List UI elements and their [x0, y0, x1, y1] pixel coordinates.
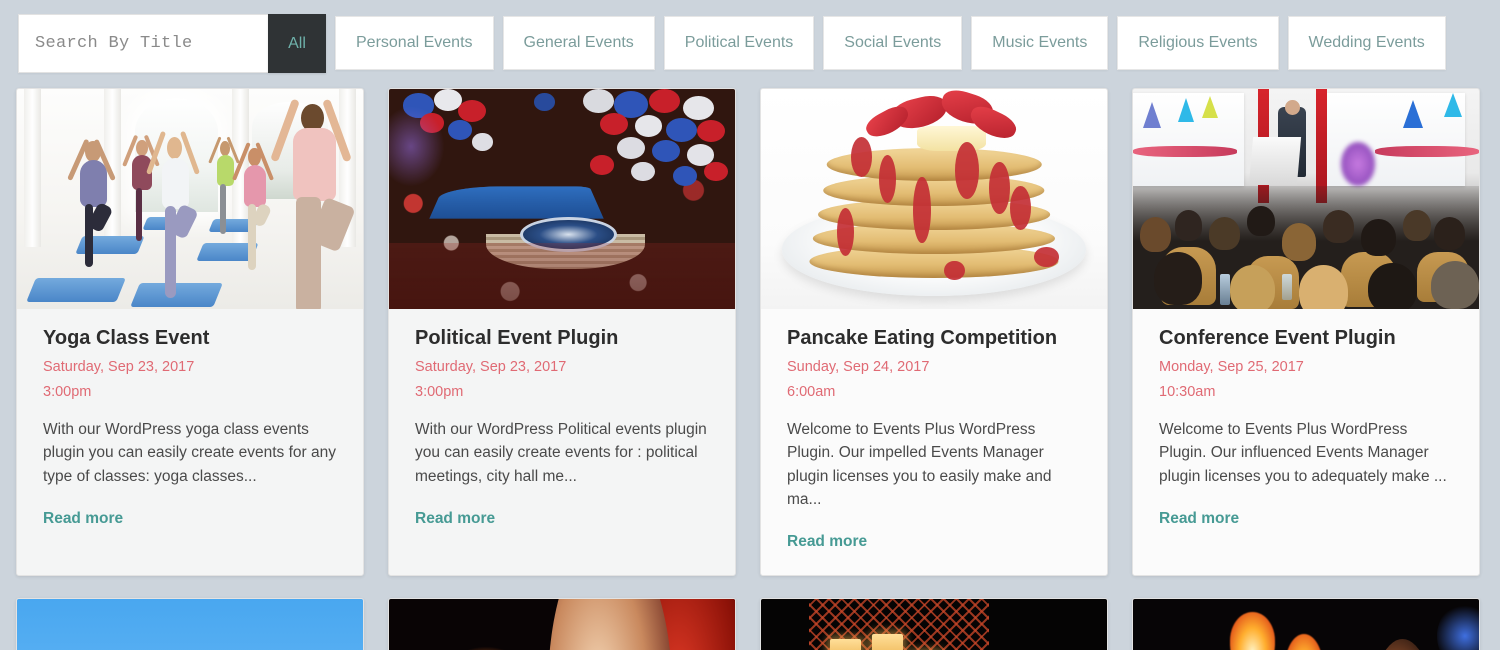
category-tabs: Personal Events General Events Political…: [335, 14, 1446, 70]
tab-wedding-events[interactable]: Wedding Events: [1288, 16, 1446, 70]
event-time: 6:00am: [787, 384, 1081, 400]
event-image-yoga-class-photo: [17, 89, 363, 309]
event-card[interactable]: [1132, 598, 1480, 650]
event-card-body: Political Event Plugin Saturday, Sep 23,…: [389, 309, 735, 552]
tab-religious-events[interactable]: Religious Events: [1117, 16, 1278, 70]
event-card[interactable]: Conference Event Plugin Monday, Sep 25, …: [1132, 88, 1480, 576]
event-card[interactable]: Yoga Class Event Saturday, Sep 23, 2017 …: [16, 88, 364, 576]
event-image-illuminated-building-photo: [761, 599, 1107, 650]
event-description: With our WordPress yoga class events plu…: [43, 418, 337, 488]
event-image-church-steeple-photo: [17, 599, 363, 650]
event-date: Saturday, Sep 23, 2017: [43, 359, 337, 375]
tab-music-events[interactable]: Music Events: [971, 16, 1108, 70]
event-description: With our WordPress Political events plug…: [415, 418, 709, 488]
event-title: Pancake Eating Competition: [787, 327, 1081, 350]
filter-bar: All Personal Events General Events Polit…: [18, 14, 1482, 74]
tab-social-events[interactable]: Social Events: [823, 16, 962, 70]
event-card-body: Conference Event Plugin Monday, Sep 25, …: [1133, 309, 1479, 552]
read-more-link[interactable]: Read more: [1159, 510, 1239, 528]
event-card[interactable]: Pancake Eating Competition Sunday, Sep 2…: [760, 88, 1108, 576]
search-input[interactable]: [19, 15, 268, 72]
event-image-conference-audience-photo: [1133, 89, 1479, 309]
event-card[interactable]: [16, 598, 364, 650]
event-date: Monday, Sep 25, 2017: [1159, 359, 1453, 375]
event-time: 3:00pm: [43, 384, 337, 400]
event-image-singer-microphone-photo: [389, 599, 735, 650]
read-more-link[interactable]: Read more: [43, 510, 123, 528]
tab-all[interactable]: All: [268, 14, 326, 73]
event-image-candle-flames-photo: [1133, 599, 1479, 650]
event-card-body: Pancake Eating Competition Sunday, Sep 2…: [761, 309, 1107, 575]
event-card[interactable]: [388, 598, 736, 650]
tab-personal-events[interactable]: Personal Events: [335, 16, 494, 70]
event-image-political-convention-photo: [389, 89, 735, 309]
event-card[interactable]: [760, 598, 1108, 650]
event-time: 3:00pm: [415, 384, 709, 400]
event-card-body: Yoga Class Event Saturday, Sep 23, 2017 …: [17, 309, 363, 552]
events-grid: Yoga Class Event Saturday, Sep 23, 2017 …: [16, 88, 1484, 650]
search-field-wrapper[interactable]: [18, 14, 268, 73]
events-page: All Personal Events General Events Polit…: [0, 0, 1500, 650]
event-time: 10:30am: [1159, 384, 1453, 400]
tab-general-events[interactable]: General Events: [503, 16, 655, 70]
event-card[interactable]: Political Event Plugin Saturday, Sep 23,…: [388, 88, 736, 576]
event-title: Yoga Class Event: [43, 327, 337, 350]
event-description: Welcome to Events Plus WordPress Plugin.…: [787, 418, 1081, 511]
event-date: Sunday, Sep 24, 2017: [787, 359, 1081, 375]
event-date: Saturday, Sep 23, 2017: [415, 359, 709, 375]
event-title: Political Event Plugin: [415, 327, 709, 350]
event-image-pancake-stack-photo: [761, 89, 1107, 309]
read-more-link[interactable]: Read more: [415, 510, 495, 528]
tab-political-events[interactable]: Political Events: [664, 16, 815, 70]
read-more-link[interactable]: Read more: [787, 533, 867, 551]
event-title: Conference Event Plugin: [1159, 327, 1453, 350]
event-description: Welcome to Events Plus WordPress Plugin.…: [1159, 418, 1453, 488]
